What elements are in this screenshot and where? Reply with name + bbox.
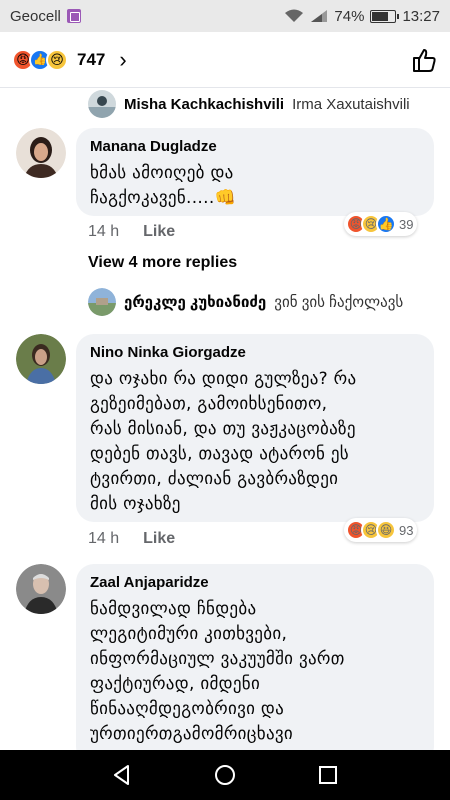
comment-author[interactable]: Zaal Anjaparidze — [90, 574, 420, 591]
avatar — [88, 288, 116, 316]
reply-snippet: ვინ ვის ჩაქოლავს — [274, 294, 404, 311]
comment-bubble[interactable]: Manana Dugladze ხმას ამოიღებ და ჩაგქოკავ… — [76, 128, 434, 216]
reactions-header: 😡 👍 😢 747 › — [0, 32, 450, 88]
reply-author: ერეკლე კუხიანიძე — [124, 294, 267, 311]
comment-text: ხმას ამოიღებ და ჩაგქოკავენ.....👊 — [90, 161, 420, 211]
reaction-badge[interactable]: 😡 😢 👍 39 — [344, 212, 418, 236]
gallery-notification-icon — [66, 9, 81, 23]
like-button[interactable]: Like — [143, 223, 175, 241]
comment-line: ლეგიტიმური კითხვები, — [90, 624, 288, 644]
comment-meta: 14 h Like — [88, 530, 175, 548]
reply-preview[interactable]: Misha Kachkachishvili Irma Xaxutaishvili — [88, 90, 433, 118]
signal-icon — [311, 10, 328, 22]
comment-line: ფაქტიურად, იმდენი — [90, 674, 261, 694]
reaction-count: 39 — [399, 216, 414, 232]
battery-percent: 74% — [334, 7, 365, 25]
comment-text: და ოჯახი რა დიდი გულზეა? რა გეზეიმებათ, … — [90, 367, 420, 517]
status-bar: Geocell 74% 13:27 — [0, 0, 450, 32]
like-reaction-icon: 👍 — [376, 214, 396, 234]
avatar[interactable] — [16, 334, 66, 384]
comment-line: რას მისიან, და თუ ვაჟკაცობაზე — [90, 419, 356, 439]
avatar — [88, 90, 116, 118]
reply-preview[interactable]: ერეკლე კუხიანიძე ვინ ვის ჩაქოლავს — [88, 288, 433, 316]
like-button[interactable]: Like — [143, 530, 175, 548]
comment-line: გეზეიმებათ, გამოიხსენითო, — [90, 394, 328, 414]
comment-meta: 14 h Like — [88, 223, 175, 241]
comment-line: ურთიერთგამომრიცხავი — [90, 724, 294, 744]
avatar[interactable] — [16, 128, 66, 178]
back-icon[interactable] — [110, 763, 134, 787]
comment-line: ტვირთი, ძალიან გავბრაზდეი — [90, 469, 339, 489]
comment-text: ნამდვილად ჩნდება ლეგიტიმური კითხვები, ინ… — [90, 597, 420, 747]
wifi-icon — [285, 9, 304, 22]
comment-line: მის ოჯახზე — [90, 494, 181, 514]
comment-bubble[interactable]: Zaal Anjaparidze ნამდვილად ჩნდება ლეგიტი… — [76, 564, 434, 750]
chevron-right-icon[interactable]: › — [119, 47, 126, 73]
comment-line: და ოჯახი რა დიდი გულზეა? რა — [90, 369, 357, 389]
comment-line: დებენ თავს, თავად ატარონ ეს — [90, 444, 349, 464]
reaction-badge[interactable]: 😡 😢 😆 93 — [344, 518, 418, 542]
reaction-count: 93 — [399, 522, 414, 538]
comment-line: ჩაგქოკავენ.....👊 — [90, 188, 236, 208]
thumbs-up-icon[interactable] — [410, 46, 438, 74]
reply-author: Misha Kachkachishvili — [124, 95, 285, 113]
battery-icon — [370, 9, 400, 23]
reply-snippet: Irma Xaxutaishvili — [292, 95, 410, 113]
comment-time: 14 h — [88, 530, 120, 547]
comment-time: 14 h — [88, 223, 120, 240]
home-icon[interactable] — [213, 763, 237, 787]
recents-icon[interactable] — [316, 763, 340, 787]
comment-line: ნამდვილად ჩნდება — [90, 599, 257, 619]
clock: 13:27 — [402, 7, 440, 25]
comment-line: ხმას ამოიღებ და — [90, 163, 234, 183]
sad-reaction-icon: 😢 — [46, 48, 68, 71]
comment-bubble[interactable]: Nino Ninka Giorgadze და ოჯახი რა დიდი გუ… — [76, 334, 434, 522]
comment-line: ინფორმაციულ ვაკუუმში ვართ — [90, 649, 345, 669]
comments-list: Misha Kachkachishvili Irma Xaxutaishvili… — [0, 88, 450, 750]
comment-author[interactable]: Nino Ninka Giorgadze — [90, 344, 420, 361]
reactions-summary[interactable]: 😡 👍 😢 — [12, 48, 68, 71]
comment-author[interactable]: Manana Dugladze — [90, 138, 420, 155]
avatar[interactable] — [16, 564, 66, 614]
carrier-name: Geocell — [10, 7, 61, 25]
system-navigation-bar — [0, 750, 450, 800]
comment-line: წინააღმდეგობრივი და — [90, 699, 285, 719]
haha-reaction-icon: 😆 — [376, 520, 396, 540]
reaction-total[interactable]: 747 — [77, 50, 105, 70]
view-more-replies[interactable]: View 4 more replies — [88, 254, 237, 272]
